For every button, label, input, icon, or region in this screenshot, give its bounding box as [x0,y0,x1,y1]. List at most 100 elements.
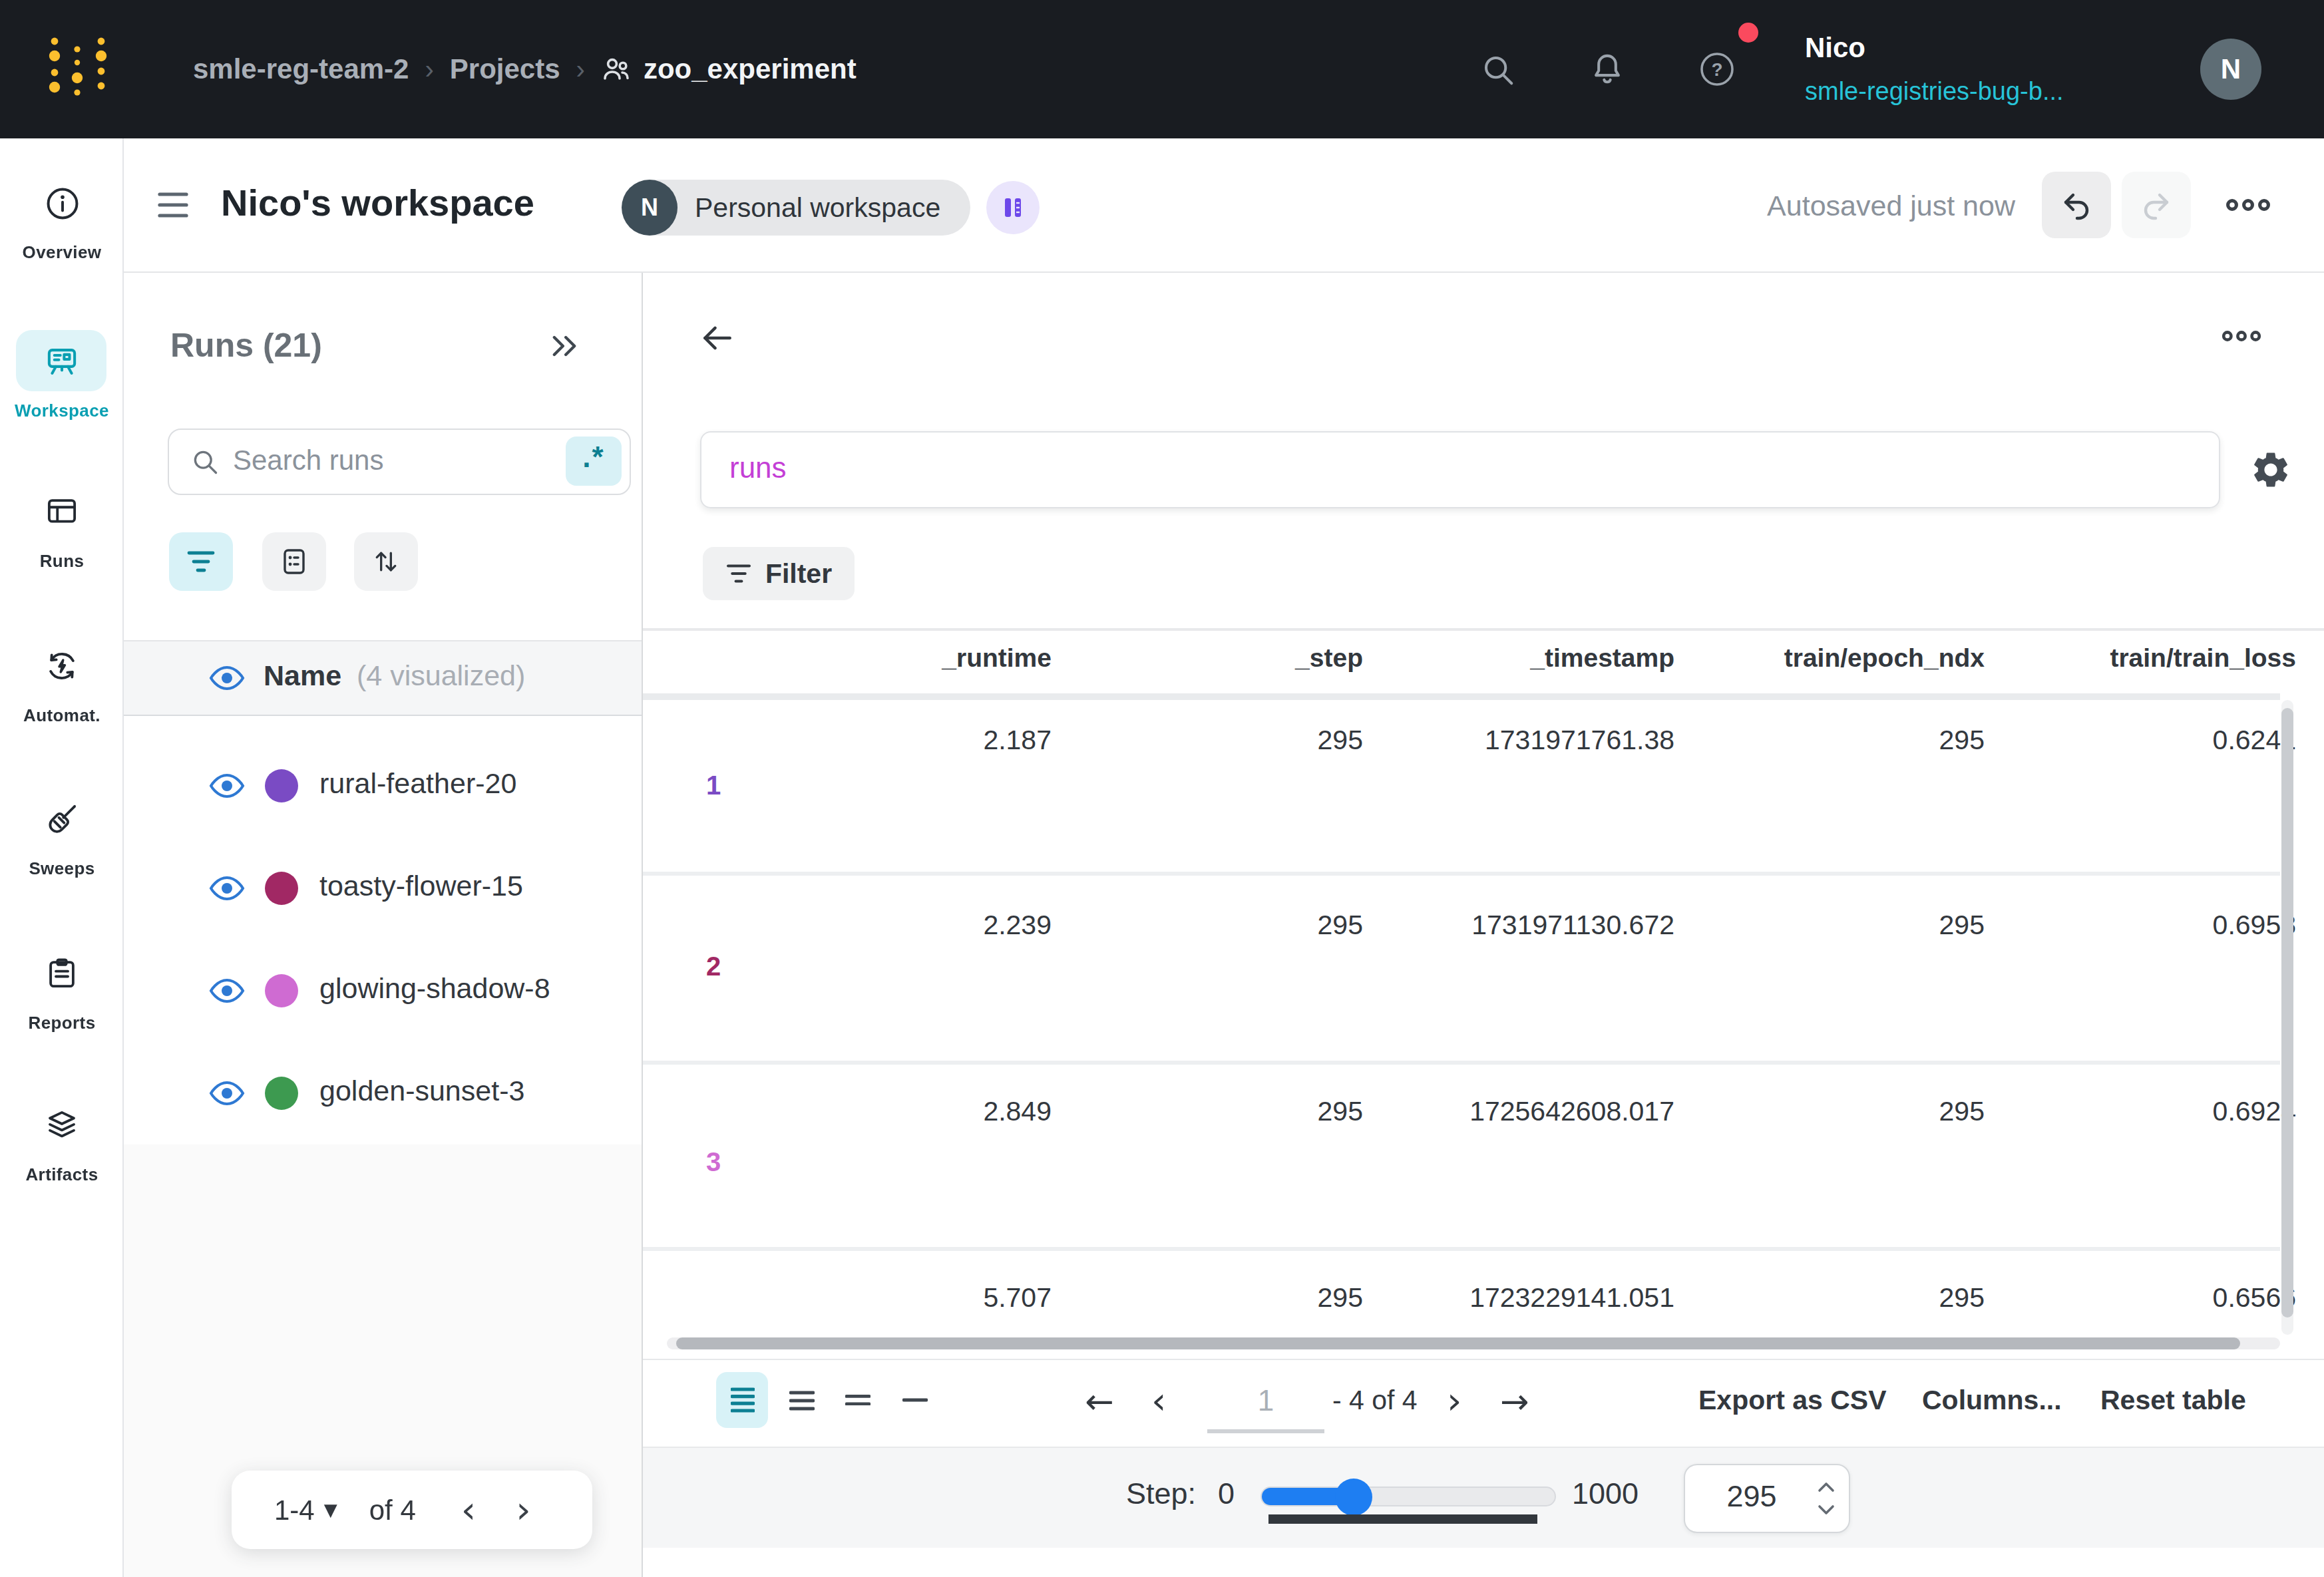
redo-icon [2140,189,2172,221]
col-header-runtime[interactable]: _runtime [942,643,1052,673]
runs-table-icon [44,494,80,530]
page-title: Nico's workspace [221,182,534,225]
workspace-badge[interactable]: N Personal workspace [622,180,1039,236]
avatar[interactable]: N [2200,39,2261,100]
runs-prev-page-icon[interactable]: ‹ [461,1488,476,1532]
notification-bell-icon[interactable] [1589,51,1625,87]
sidebar-item-artifacts[interactable]: Artifacts [0,1107,124,1240]
run-row[interactable]: glowing-shadow-8 [124,940,642,1042]
table-row[interactable]: 3 2.849 295 1725642608.017 295 0.6924 [643,1063,2324,1250]
step-value[interactable]: 295 [1685,1480,1818,1514]
left-sidebar: Overview Workspace Runs [0,138,124,1577]
prev-page-icon[interactable]: ‹ [1151,1379,1166,1423]
search-runs-box[interactable]: Search runs .* [168,429,631,495]
wandb-logo[interactable] [41,29,118,109]
step-slider[interactable] [1260,1487,1556,1506]
columns-button[interactable]: Columns... [1922,1384,2062,1416]
collapse-panel-icon[interactable] [547,329,582,363]
runs-page-of: of 4 [369,1494,416,1526]
undo-button[interactable] [2042,172,2111,238]
query-input[interactable]: runs [700,431,2220,508]
sidebar-item-runs[interactable]: Runs [0,494,124,627]
export-csv-button[interactable]: Export as CSV [1698,1384,1887,1416]
run-name[interactable]: toasty-flower-15 [319,870,523,904]
spinner-down-icon[interactable] [1817,1504,1836,1516]
runs-col-name: Name [264,660,341,693]
regex-toggle-button[interactable]: .* [566,437,622,486]
breadcrumb-projects[interactable]: Projects [450,53,560,85]
runs-page-range[interactable]: 1-4 [274,1494,315,1526]
col-header-timestamp[interactable]: _timestamp [1530,643,1674,673]
first-page-icon[interactable]: ← [1085,1381,1114,1421]
table-row[interactable]: 2 2.239 295 1731971130.672 295 0.6958 [643,874,2324,1063]
run-name[interactable]: rural-feather-20 [319,768,516,801]
runs-display-button[interactable] [262,532,326,591]
run-name[interactable]: glowing-shadow-8 [319,973,550,1006]
breadcrumb-project[interactable]: zoo_experiment [644,53,857,85]
breadcrumb-team[interactable]: smle-reg-team-2 [193,53,409,85]
table-row[interactable]: 5.707 295 1723229141.051 295 0.6566 [643,1250,2324,1335]
sidebar-item-automations[interactable]: Automat. [0,648,124,781]
col-header-step[interactable]: _step [1295,643,1363,673]
filter-icon [725,563,752,584]
menu-icon[interactable] [157,190,189,220]
table-settings-gear-icon[interactable] [2249,448,2292,491]
notification-dot [1738,23,1758,43]
sidebar-item-reports[interactable]: Reports [0,956,124,1089]
step-loaded-bar [1268,1514,1537,1524]
row-height-medium-button[interactable] [776,1372,828,1428]
sidebar-item-workspace[interactable]: Workspace [0,325,124,471]
filter-button[interactable]: Filter [703,547,855,600]
row-height-large-button[interactable] [832,1372,884,1428]
table-horizontal-scrollbar[interactable] [667,1337,2280,1349]
run-name[interactable]: golden-sunset-3 [319,1075,524,1109]
col-header-loss[interactable]: train/train_loss [2110,643,2296,673]
user-org[interactable]: smle-registries-bug-b... [1805,77,2064,106]
top-navbar: smle-reg-team-2 › Projects › zoo_experim… [0,0,2324,138]
sidebar-item-sweeps[interactable]: Sweeps [0,801,124,934]
reset-table-button[interactable]: Reset table [2100,1384,2246,1416]
col-header-epoch[interactable]: train/epoch_ndx [1784,643,1985,673]
runs-sort-button[interactable] [354,532,418,591]
page-number-input[interactable]: 1 [1207,1373,1324,1432]
row-height-xlarge-button[interactable] [889,1372,941,1428]
svg-text:?: ? [1711,59,1722,80]
run-row[interactable]: rural-feather-20 [124,735,642,837]
row-height-small-button[interactable] [716,1372,768,1428]
runs-panel: Runs (21) Search runs .* [124,273,643,1577]
user-name[interactable]: Nico [1805,32,1865,64]
runs-list-header[interactable]: Name (4 visualized) [124,640,642,716]
filter-label: Filter [765,558,832,590]
automations-icon [44,648,80,684]
eye-icon[interactable] [209,977,245,1005]
run-color-dot [265,1077,298,1110]
info-icon [44,185,81,222]
back-arrow-icon[interactable] [697,319,737,357]
runs-filter-button[interactable] [169,532,233,591]
run-row[interactable]: golden-sunset-3 [124,1042,642,1144]
next-page-icon[interactable]: › [1447,1379,1461,1423]
table-row[interactable]: 1 2.187 295 1731971761.38 295 0.6241 [643,700,2324,872]
spinner-up-icon[interactable] [1817,1481,1836,1493]
run-row[interactable]: toasty-flower-15 [124,837,642,940]
sidebar-item-overview[interactable]: Overview [0,138,124,271]
eye-icon[interactable] [209,1079,245,1107]
eye-icon[interactable] [209,772,245,800]
step-slider-handle[interactable] [1335,1478,1372,1515]
runs-next-page-icon[interactable]: › [516,1488,530,1532]
last-page-icon[interactable]: → [1500,1381,1529,1421]
table-vertical-scrollbar[interactable] [2281,700,2293,1335]
table-overflow-menu-icon[interactable] [2222,329,2261,343]
eye-icon[interactable] [209,874,245,902]
step-max: 1000 [1572,1477,1639,1512]
eye-icon[interactable] [209,664,245,692]
team-icon [601,53,633,85]
page-size-dropdown-icon[interactable]: ▼ [324,1500,337,1520]
redo-button[interactable] [2122,172,2191,238]
runs-col-visualized: (4 visualized) [357,660,525,693]
step-value-spinner[interactable]: 295 [1684,1464,1850,1533]
search-icon[interactable] [1480,52,1516,88]
panel-settings-button[interactable] [986,181,1039,234]
help-icon[interactable]: ? [1698,51,1736,88]
header-overflow-menu-icon[interactable] [2226,197,2271,213]
